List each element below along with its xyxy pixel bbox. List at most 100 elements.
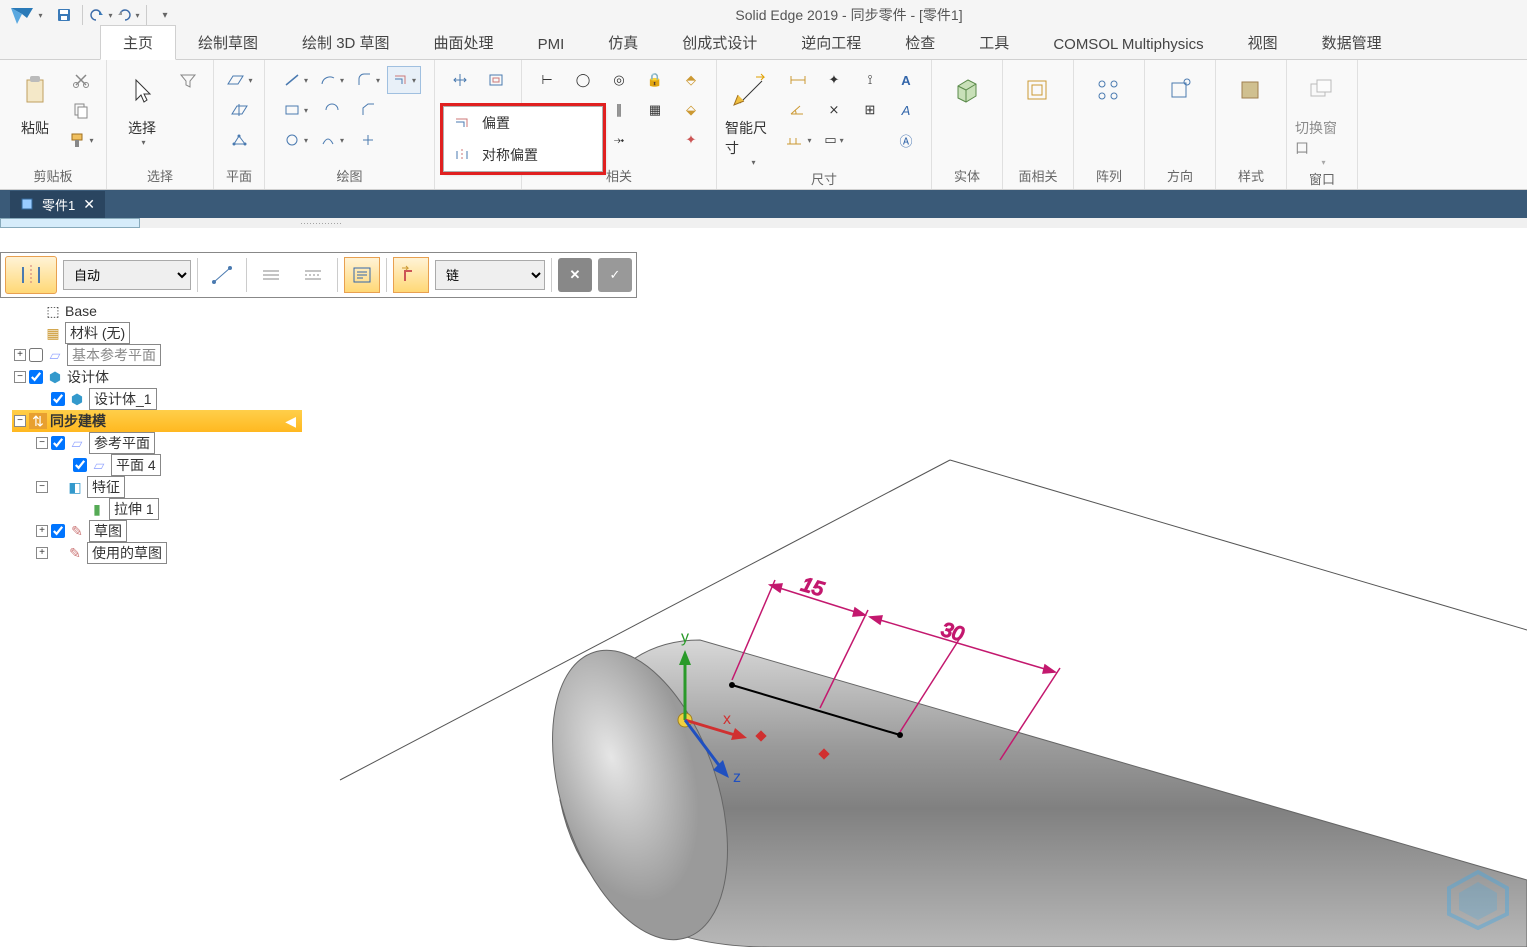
tab-sketch[interactable]: 绘制草图	[176, 26, 280, 59]
paste-button[interactable]: 粘贴	[8, 66, 62, 138]
expand-button[interactable]: +	[14, 349, 26, 361]
selection-filter-button[interactable]	[171, 66, 205, 94]
format-painter-button[interactable]: ▾	[64, 126, 98, 154]
chamfer-button[interactable]	[351, 96, 385, 124]
app-menu-button[interactable]: ▾	[6, 1, 46, 29]
tree-node-used-sketches[interactable]: +✎使用的草图	[34, 542, 302, 564]
visibility-checkbox[interactable]	[51, 436, 65, 450]
expand-button[interactable]: −	[36, 481, 48, 493]
tab-surfacing[interactable]: 曲面处理	[412, 26, 516, 59]
dim-axis-button[interactable]: ⊞	[853, 96, 887, 124]
dim-type-button[interactable]: ⟟	[853, 66, 887, 94]
tree-node-features[interactable]: −◧特征	[34, 476, 302, 498]
concentric-relation-button[interactable]: ◎	[602, 66, 636, 94]
visibility-checkbox[interactable]	[29, 370, 43, 384]
qat-customize-button[interactable]: ▾	[153, 3, 177, 27]
lock-relation-button[interactable]: 🔒	[638, 66, 672, 94]
tree-node-material[interactable]: ▦材料 (无)	[12, 322, 302, 344]
select-option-a-button[interactable]	[253, 257, 289, 293]
coord-dim-button[interactable]: ▾	[781, 126, 815, 154]
tab-reverse[interactable]: 逆向工程	[779, 26, 883, 59]
face-relate-button[interactable]	[1011, 66, 1065, 116]
style-button[interactable]	[1224, 66, 1278, 116]
step-select-button[interactable]	[344, 257, 380, 293]
rectangle-button[interactable]: ▾	[279, 96, 313, 124]
document-tab[interactable]: 零件1 ✕	[10, 191, 105, 218]
selection-mode-select[interactable]: 自动	[63, 260, 191, 290]
tab-view[interactable]: 视图	[1226, 26, 1300, 59]
chamfer-dim-button[interactable]: ⨯	[817, 96, 851, 124]
connect-relation-button[interactable]: ⊢	[530, 66, 564, 94]
tab-pmi[interactable]: PMI	[516, 30, 587, 59]
tree-node-base[interactable]: ⬚Base	[12, 300, 302, 322]
document-tab-close-button[interactable]: ✕	[83, 196, 95, 213]
tab-data[interactable]: 数据管理	[1300, 26, 1404, 59]
cut-button[interactable]	[64, 66, 98, 94]
select-button[interactable]: 选择 ▾	[115, 66, 169, 147]
attach-dim-button[interactable]: ▭▾	[817, 126, 851, 154]
point-button[interactable]	[351, 126, 385, 154]
tab-home[interactable]: 主页	[100, 25, 176, 60]
arc-button[interactable]: ▾	[315, 66, 349, 94]
tree-node-basic-ref-planes[interactable]: +▱基本参考平面	[12, 344, 302, 366]
chain-mode-select[interactable]: 链	[435, 260, 545, 290]
distance-dim-button[interactable]	[781, 66, 815, 94]
rigid-relation-button[interactable]: ▦	[638, 96, 672, 124]
dimension-30[interactable]: 30	[870, 616, 1060, 760]
keypoint-options-button[interactable]	[204, 257, 240, 293]
tree-node-synchronous[interactable]: −⇅同步建模◀	[12, 410, 302, 432]
orientation-triad[interactable]: y x z	[678, 629, 830, 786]
text-style-button[interactable]: A	[889, 96, 923, 124]
parallel-relation-button[interactable]: ∥	[602, 96, 636, 124]
angle-dim-button[interactable]	[781, 96, 815, 124]
switch-window-button[interactable]: 切换窗口▾	[1295, 66, 1349, 167]
menu-item-symmetric-offset[interactable]: 对称偏置	[444, 139, 602, 171]
plane-normal-button[interactable]	[222, 96, 256, 124]
tab-3d-sketch[interactable]: 绘制 3D 草图	[280, 26, 412, 59]
plane-3pt-button[interactable]	[222, 126, 256, 154]
arc-tangent-button[interactable]	[315, 96, 349, 124]
tab-comsol[interactable]: COMSOL Multiphysics	[1031, 30, 1225, 59]
text-profile-button[interactable]: Ⓐ	[889, 126, 923, 154]
line-button[interactable]: ▾	[279, 66, 313, 94]
extrude-button[interactable]	[940, 66, 994, 116]
cancel-command-button[interactable]: ✕	[558, 258, 592, 292]
text-button[interactable]: A	[889, 66, 923, 94]
smart-dimension-button[interactable]: 智能尺寸 ▾	[725, 66, 779, 167]
expand-button[interactable]: +	[36, 525, 48, 537]
tree-node-design-body-1[interactable]: ⬢设计体_1	[34, 388, 302, 410]
offset-split-button[interactable]: ▾	[387, 66, 421, 94]
select-option-b-button[interactable]	[295, 257, 331, 293]
relation-assist-button[interactable]: ⬘	[674, 66, 708, 94]
redo-button[interactable]: ▾	[116, 3, 140, 27]
project-button[interactable]	[479, 66, 513, 94]
move-button[interactable]	[443, 66, 477, 94]
pattern-button[interactable]	[1082, 66, 1136, 116]
visibility-checkbox[interactable]	[73, 458, 87, 472]
undo-button[interactable]: ▾	[89, 3, 113, 27]
accept-command-button[interactable]: ✓	[598, 258, 632, 292]
visibility-checkbox[interactable]	[51, 524, 65, 538]
save-button[interactable]	[52, 3, 76, 27]
pathfinder-splitter[interactable]: ··············	[0, 218, 1527, 228]
auto-dim-button[interactable]: ✦	[817, 66, 851, 94]
circle-button[interactable]: ▾	[279, 126, 313, 154]
menu-item-offset[interactable]: 偏置	[444, 107, 602, 139]
tree-node-ref-plane[interactable]: −▱参考平面	[34, 432, 302, 454]
expand-button[interactable]: −	[14, 415, 26, 427]
tab-generative[interactable]: 创成式设计	[660, 26, 779, 59]
tree-node-design-body[interactable]: −⬢设计体	[12, 366, 302, 388]
tab-tools[interactable]: 工具	[957, 26, 1031, 59]
visibility-checkbox[interactable]	[29, 348, 43, 362]
relation-show-button[interactable]: ✦	[674, 126, 708, 154]
orient-button[interactable]	[1153, 66, 1207, 116]
copy-button[interactable]	[64, 96, 98, 124]
tree-node-extrude-1[interactable]: ▮拉伸 1	[56, 498, 302, 520]
tangent-relation-button[interactable]: ◯	[566, 66, 600, 94]
coincident-plane-button[interactable]: ▾	[222, 66, 256, 94]
step-chain-button[interactable]	[393, 257, 429, 293]
fillet-button[interactable]: ▾	[351, 66, 385, 94]
symmetric-relation-button[interactable]: ⤞	[602, 126, 636, 154]
tab-inspect[interactable]: 检查	[883, 26, 957, 59]
visibility-checkbox[interactable]	[51, 392, 65, 406]
